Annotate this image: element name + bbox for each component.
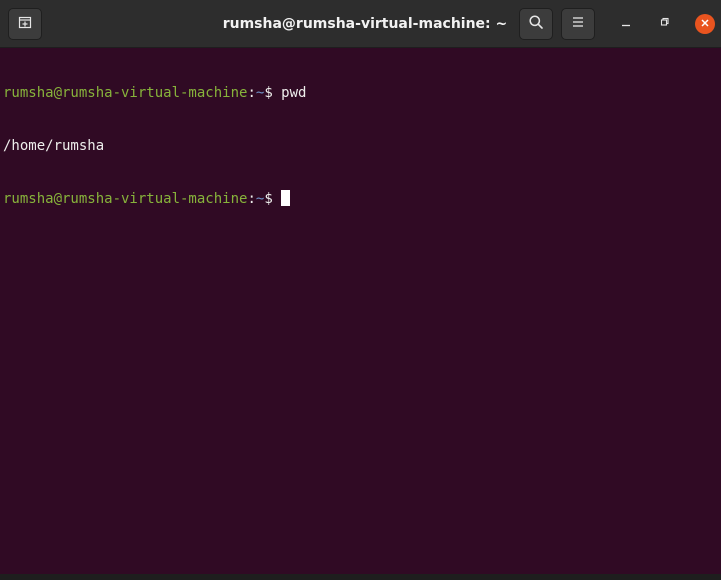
maximize-icon — [659, 15, 671, 33]
command-output: /home/rumsha — [3, 137, 105, 154]
search-icon — [528, 14, 544, 35]
new-tab-button[interactable] — [8, 8, 42, 40]
maximize-button[interactable] — [655, 14, 675, 34]
terminal-line: rumsha@rumsha-virtual-machine:~$ pwd — [3, 85, 721, 103]
window-title: rumsha@rumsha-virtual-machine: ~ — [222, 16, 508, 32]
menu-button[interactable] — [561, 8, 595, 40]
terminal-line: rumsha@rumsha-virtual-machine:~$ — [3, 190, 721, 208]
hamburger-menu-icon — [571, 15, 585, 34]
close-icon — [700, 15, 710, 33]
prompt-separator: : — [247, 85, 256, 101]
prompt-symbol: $ — [264, 191, 282, 207]
search-button[interactable] — [519, 8, 553, 40]
new-tab-icon — [17, 14, 33, 35]
prompt-user-host: rumsha@rumsha-virtual-machine — [3, 191, 248, 207]
terminal-line: /home/rumsha — [3, 138, 721, 156]
close-button[interactable] — [695, 14, 715, 34]
minimize-icon — [620, 15, 632, 33]
terminal-window: rumsha@rumsha-virtual-machine: ~ rumsha@… — [0, 0, 721, 580]
title-bar[interactable]: rumsha@rumsha-virtual-machine: ~ — [0, 0, 721, 48]
prompt-user-host: rumsha@rumsha-virtual-machine — [3, 85, 248, 101]
prompt-separator: : — [247, 191, 256, 207]
command-text: pwd — [281, 85, 307, 101]
minimize-button[interactable] — [616, 14, 636, 34]
window-bottom-border — [0, 574, 721, 580]
terminal-output-area[interactable]: rumsha@rumsha-virtual-machine:~$ pwd /ho… — [3, 50, 721, 574]
prompt-symbol: $ — [264, 85, 282, 101]
text-cursor — [281, 190, 291, 206]
